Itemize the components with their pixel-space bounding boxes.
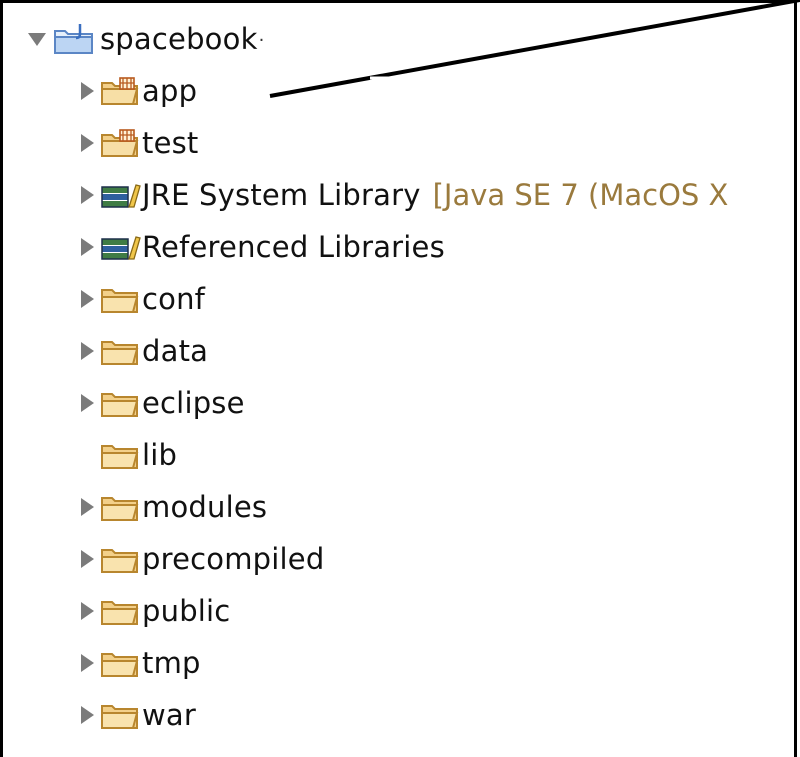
expand-right-icon[interactable] <box>76 288 98 310</box>
tree-row-precompiled[interactable]: precompiled <box>76 539 324 579</box>
tree-row-test[interactable]: test <box>76 123 199 163</box>
annotation-line-upper <box>269 0 800 98</box>
folder-icon <box>98 335 142 367</box>
tree-row-public[interactable]: public <box>76 591 230 631</box>
folder-icon <box>98 387 142 419</box>
tree-item-label: war <box>142 698 197 732</box>
folder-icon <box>98 491 142 523</box>
folder-icon <box>98 543 142 575</box>
folder-icon <box>98 647 142 679</box>
tree-item-label: precompiled <box>142 542 325 576</box>
tree-item-label: conf <box>142 282 206 316</box>
folder-icon <box>98 699 142 731</box>
expand-right-icon[interactable] <box>76 548 98 570</box>
tree-row-modules[interactable]: modules <box>76 487 267 527</box>
expand-right-icon[interactable] <box>76 80 98 102</box>
expand-right-icon[interactable] <box>76 184 98 206</box>
expand-right-icon[interactable] <box>76 704 98 726</box>
project-name-suffix: · <box>258 29 265 51</box>
tree-row-tmp[interactable]: tmp <box>76 643 201 683</box>
tree-row-war[interactable]: war <box>76 695 196 735</box>
java-project-folder-icon <box>48 23 100 55</box>
folder-icon <box>98 439 142 471</box>
jre-version-decoration: [Java SE 7 (MacOS X <box>432 178 729 212</box>
expand-right-icon[interactable] <box>76 392 98 414</box>
expand-down-icon[interactable] <box>26 28 48 50</box>
source-package-folder-icon <box>98 127 142 159</box>
tree-row-referenced-libraries[interactable]: Referenced Libraries <box>76 227 445 267</box>
folder-icon <box>98 283 142 315</box>
library-books-icon <box>98 231 142 263</box>
tree-row-conf[interactable]: conf <box>76 279 205 319</box>
expand-right-icon[interactable] <box>76 236 98 258</box>
tree-item-label: lib <box>142 438 178 472</box>
package-explorer: spacebook · app test JRE System Library … <box>0 0 800 757</box>
project-name: spacebook <box>100 22 258 56</box>
library-books-icon <box>98 179 142 211</box>
expand-right-icon[interactable] <box>76 652 98 674</box>
tree-row-lib[interactable]: lib <box>98 435 177 475</box>
tree-item-label: app <box>142 74 198 108</box>
tree-row-data[interactable]: data <box>76 331 208 371</box>
tree-item-label: JRE System Library <box>142 178 421 212</box>
tree-row-app[interactable]: app <box>76 71 197 111</box>
tree-item-label: eclipse <box>142 386 245 420</box>
folder-icon <box>98 595 142 627</box>
tree-item-label: tmp <box>142 646 201 680</box>
source-package-folder-icon <box>98 75 142 107</box>
expand-right-icon[interactable] <box>76 600 98 622</box>
tree-item-label: public <box>142 594 231 628</box>
expand-right-icon[interactable] <box>76 132 98 154</box>
tree-item-label: Referenced Libraries <box>142 230 445 264</box>
tree-row-eclipse[interactable]: eclipse <box>76 383 245 423</box>
tree-row-jre-system-library[interactable]: JRE System Library [Java SE 7 (MacOS X <box>76 175 728 215</box>
tree-item-label: modules <box>142 490 268 524</box>
expand-right-icon[interactable] <box>76 496 98 518</box>
tree-row-project[interactable]: spacebook · <box>26 19 264 59</box>
expand-right-icon[interactable] <box>76 340 98 362</box>
tree-item-label: test <box>142 126 199 160</box>
tree-item-label: data <box>142 334 209 368</box>
